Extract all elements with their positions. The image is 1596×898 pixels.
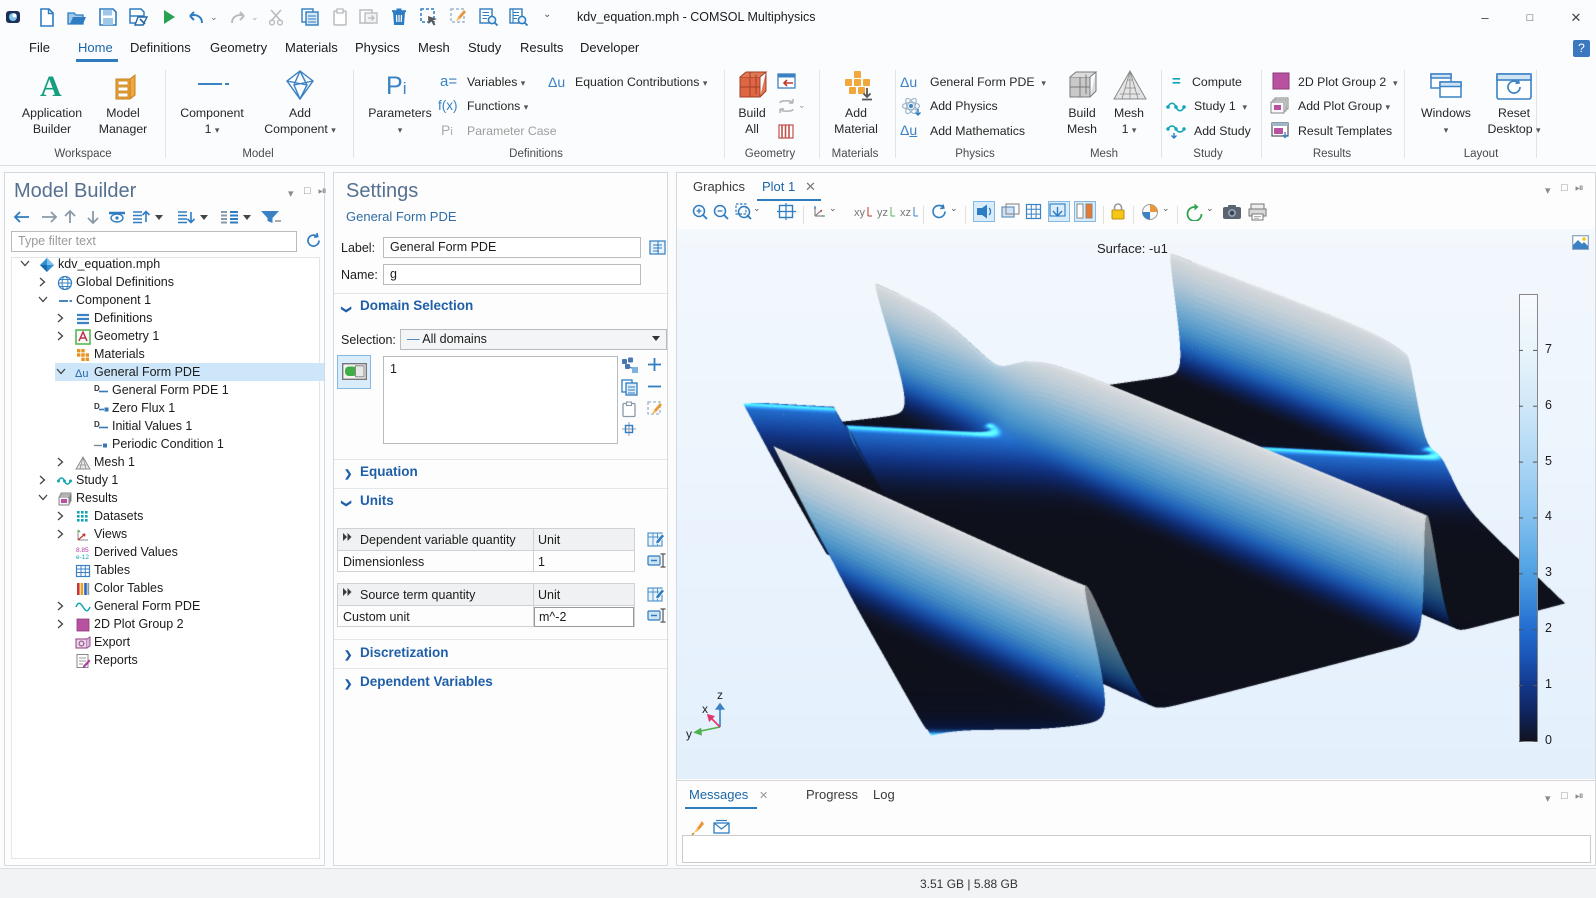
svg-text:e-12: e-12 bbox=[76, 554, 89, 561]
svg-text:y: y bbox=[686, 727, 692, 741]
svg-text:x: x bbox=[702, 702, 708, 716]
svg-text:xy: xy bbox=[854, 207, 866, 219]
svg-text:z: z bbox=[717, 688, 723, 702]
svg-text:xz: xz bbox=[900, 207, 911, 219]
svg-text:yz: yz bbox=[877, 207, 888, 219]
svg-text:Δu: Δu bbox=[75, 368, 88, 380]
svg-text:8.85: 8.85 bbox=[76, 547, 89, 554]
